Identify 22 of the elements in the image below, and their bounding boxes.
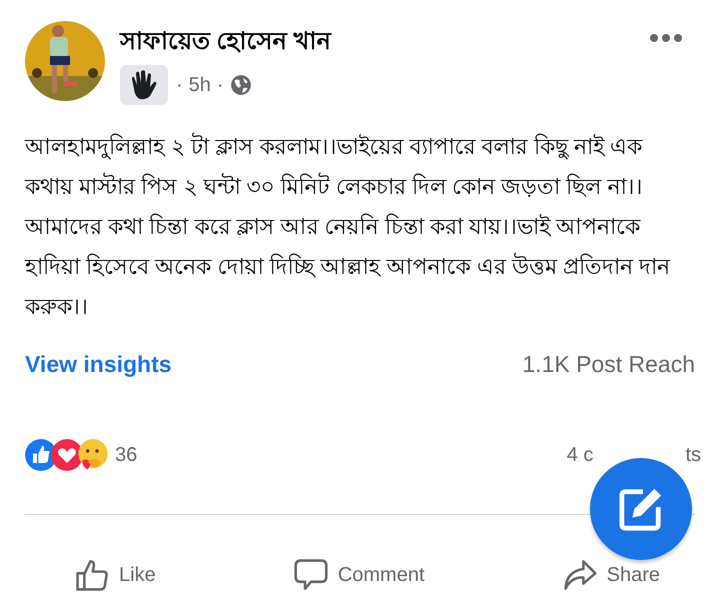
post-time: 5h <box>188 74 211 96</box>
reaction-count[interactable]: 36 <box>115 444 138 466</box>
share-button[interactable]: Share <box>562 558 660 592</box>
view-insights-link[interactable]: View insights <box>25 351 172 378</box>
post-reach: 1.1K Post Reach <box>522 351 695 378</box>
speech-bubble-icon <box>294 558 328 592</box>
separator: · <box>176 74 183 96</box>
more-options-icon[interactable] <box>649 33 683 43</box>
author-name[interactable]: সাফায়েত হোসেন খান <box>120 27 330 57</box>
like-button[interactable]: Like <box>75 558 156 592</box>
thumbs-up-icon <box>75 558 109 592</box>
separator: · <box>216 74 224 96</box>
edit-icon <box>618 486 664 532</box>
comment-button[interactable]: Comment <box>294 558 425 592</box>
heart-reaction-icon <box>51 439 83 471</box>
globe-icon <box>230 74 252 96</box>
post-text: আলহামদুলিল্লাহ ২ টা ক্লাস করলাম।।ভাইয়ের ব্যাপারে বলার কিছু নাই এক কথায় মাস্টার পিস ২ ঘন্টা ৩০ মিনিট লেকচার দিল কোন জড়তা ছিল না।। আমাদের কথা চিন্তা করে ক্লাস আর নেয়নি চিন্তা করা যায়।।ভাই আপনাকে হাদিয়া হিসেবে অনেক দোয়া দিচ্ছি আল্লাহ আপনাকে এর উত্তম প্রতিদান দান করুক।। <box>25 132 672 321</box>
waving-hand-icon[interactable] <box>120 65 168 105</box>
share-arrow-icon <box>562 558 597 592</box>
comment-count-fragment[interactable]: ts <box>685 444 701 466</box>
comment-count-fragment[interactable]: 4 c <box>566 444 594 466</box>
hug-emoji-icon <box>77 439 109 471</box>
